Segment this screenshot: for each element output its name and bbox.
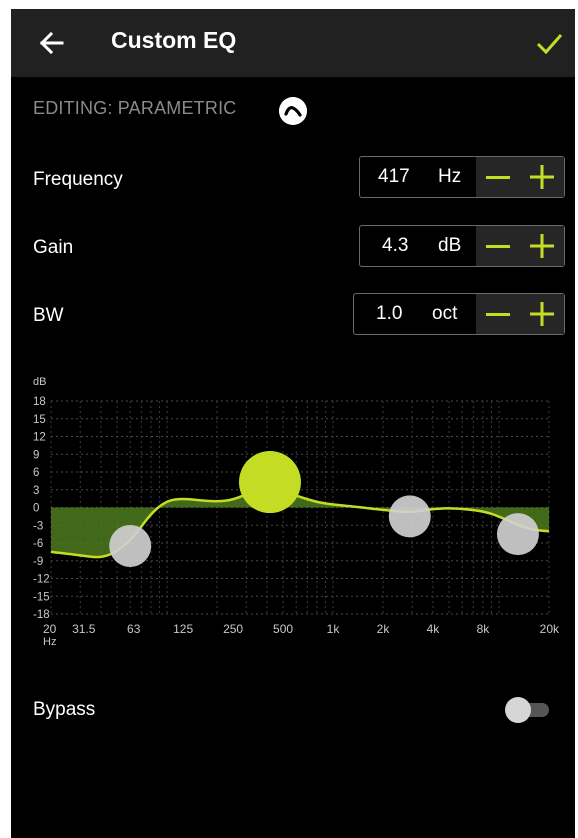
y-tick-label: -18 <box>33 609 50 621</box>
app-screen: Custom EQ EDITING: PARAMETRIC Frequency … <box>11 9 575 838</box>
gain-unit: dB <box>438 235 462 256</box>
bypass-label: Bypass <box>33 699 96 720</box>
y-tick-label: 0 <box>33 503 39 515</box>
collapse-chevron-icon[interactable] <box>279 97 307 125</box>
bypass-toggle-knob <box>505 697 531 723</box>
bandwidth-stepper <box>476 294 564 334</box>
frequency-minus-button[interactable] <box>486 176 510 179</box>
y-tick-label: -15 <box>33 591 50 603</box>
y-tick-label: 9 <box>33 449 39 461</box>
eq-band-handle[interactable] <box>388 495 431 538</box>
y-axis-unit: dB <box>33 376 46 388</box>
editing-mode-label: EDITING: PARAMETRIC <box>33 98 237 118</box>
x-tick-label: 2k <box>377 622 391 636</box>
eq-response-graph[interactable]: dB1815129630-3-6-9-12-15-18 20 31.5 63 125 2… <box>11 359 575 649</box>
eq-band-handle-active[interactable] <box>238 451 301 514</box>
x-tick-label: 20 <box>43 622 57 636</box>
x-tick-label: 500 <box>273 622 293 636</box>
y-tick-label: 6 <box>33 467 39 479</box>
app-bar: Custom EQ <box>11 9 575 77</box>
bandwidth-value[interactable]: 1.0 <box>376 303 402 325</box>
bandwidth-control: 1.0 oct <box>353 293 565 335</box>
gain-stepper <box>476 226 564 266</box>
y-tick-label: 12 <box>33 432 46 444</box>
gain-value[interactable]: 4.3 <box>382 235 408 257</box>
y-tick-label: -6 <box>33 538 43 550</box>
frequency-label: Frequency <box>33 169 123 190</box>
x-axis-unit: Hz <box>43 636 56 648</box>
frequency-control: 417 Hz <box>359 156 565 198</box>
frequency-value[interactable]: 417 <box>378 166 410 188</box>
x-tick-label: 31.5 <box>72 622 96 636</box>
bypass-toggle[interactable] <box>505 697 551 723</box>
bandwidth-plus-button[interactable] <box>530 302 554 326</box>
x-tick-label: 4k <box>427 622 441 636</box>
gain-minus-button[interactable] <box>486 245 510 248</box>
y-tick-label: -12 <box>33 574 50 586</box>
x-tick-label: 1k <box>327 622 341 636</box>
frequency-stepper <box>476 157 564 197</box>
frequency-unit: Hz <box>438 166 462 187</box>
y-tick-label: 3 <box>33 485 39 497</box>
x-tick-label: 250 <box>223 622 243 636</box>
gain-label: Gain <box>33 237 74 258</box>
arrow-left-icon[interactable] <box>34 25 70 61</box>
eq-band-handle[interactable] <box>109 524 152 567</box>
bandwidth-unit: oct <box>432 303 458 324</box>
check-icon[interactable] <box>529 23 569 63</box>
x-tick-label: 125 <box>173 622 193 636</box>
y-tick-label: 15 <box>33 414 46 426</box>
bandwidth-label: BW <box>33 305 64 326</box>
y-tick-label: -3 <box>33 520 43 532</box>
x-tick-label: 20k <box>540 622 560 636</box>
page-title: Custom EQ <box>111 27 237 53</box>
x-tick-label: 8k <box>477 622 491 636</box>
x-tick-label: 63 <box>127 622 141 636</box>
y-tick-label: 18 <box>33 396 46 408</box>
gain-control: 4.3 dB <box>359 225 565 267</box>
frequency-plus-button[interactable] <box>530 165 554 189</box>
y-tick-label: -9 <box>33 556 43 568</box>
bandwidth-minus-button[interactable] <box>486 313 510 316</box>
gain-plus-button[interactable] <box>530 234 554 258</box>
eq-band-handle[interactable] <box>496 513 539 556</box>
